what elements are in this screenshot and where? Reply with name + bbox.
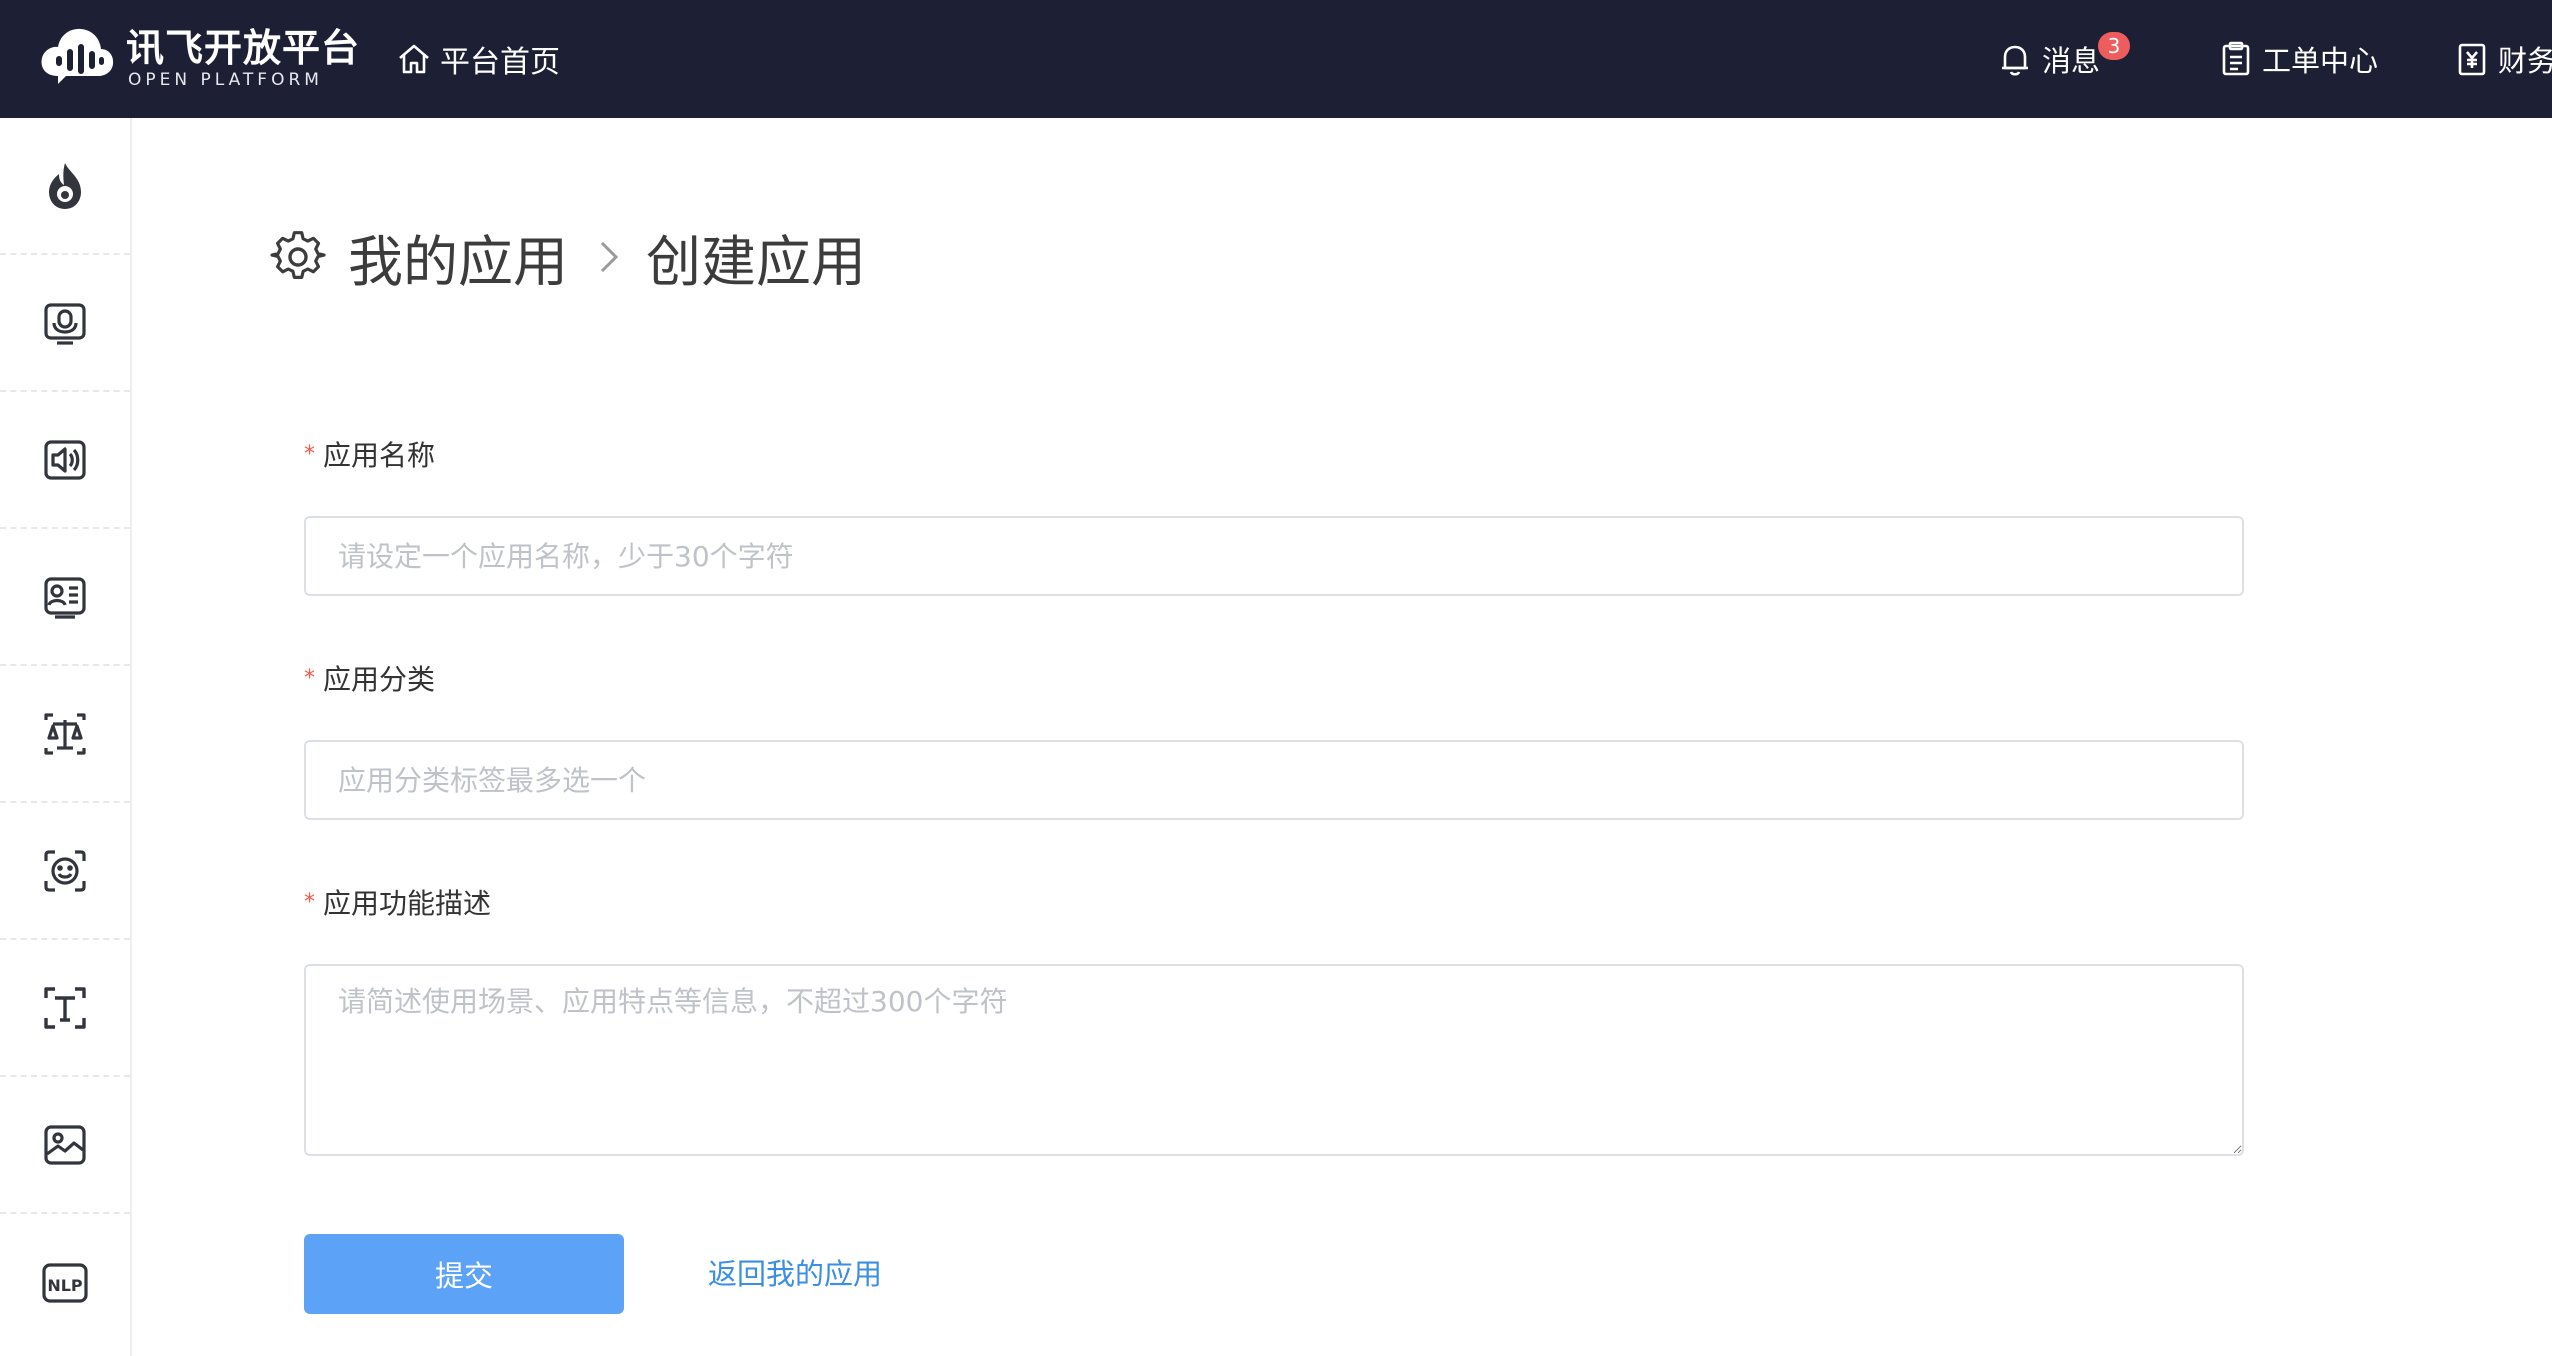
cloud-wave-logo-icon — [41, 28, 114, 85]
sidebar-item-speech-recognition[interactable] — [0, 255, 130, 392]
required-mark: * — [304, 890, 315, 915]
text-recognition-icon — [44, 986, 86, 1029]
sidebar-item-hot[interactable] — [0, 118, 130, 255]
breadcrumb-my-apps-link[interactable]: 我的应用 — [348, 217, 568, 297]
back-to-my-apps-link[interactable]: 返回我的应用 — [708, 1254, 882, 1294]
iflytek-logo[interactable]: 讯飞开放平台 OPEN PLATFORM — [38, 20, 359, 96]
messages-button[interactable]: 消息 3 — [1998, 32, 2130, 82]
finance-label: 财务 — [2498, 44, 2552, 78]
app-description-label: * 应用功能描述 — [304, 886, 491, 921]
sidebar-item-image-recognition[interactable] — [0, 1077, 130, 1214]
sidebar-item-voice-transcription[interactable] — [0, 529, 130, 666]
nlp-icon-text: NLP — [47, 1276, 83, 1295]
messages-label: 消息 — [2042, 44, 2101, 78]
app-name-label-text: 应用名称 — [323, 439, 436, 472]
sidebar: NLP — [0, 118, 132, 1356]
sidebar-item-face-recognition[interactable] — [0, 803, 130, 940]
bell-icon — [2002, 45, 2028, 76]
flame-icon — [49, 162, 81, 209]
chevron-right-icon — [600, 241, 619, 273]
breadcrumb-current: 创建应用 — [646, 230, 867, 294]
voice-transcription-icon — [44, 576, 86, 619]
messages-count-badge: 3 — [2098, 32, 2130, 60]
logo-chinese-text: 讯飞开放平台 — [126, 26, 361, 70]
nlp-icon: NLP — [42, 1262, 88, 1303]
yuan-ledger-icon — [2458, 43, 2486, 76]
app-category-input[interactable] — [304, 740, 2244, 820]
nav-home-link[interactable]: 平台首页 — [396, 36, 560, 82]
top-navbar: 讯飞开放平台 OPEN PLATFORM 平台首页 消息 3 工单中心 财务 — [0, 0, 2552, 118]
voiceprint-compare-icon — [44, 712, 86, 755]
clipboard-icon — [2222, 41, 2250, 76]
submit-button[interactable]: 提交 — [304, 1234, 624, 1314]
app-category-label: * 应用分类 — [304, 662, 435, 697]
nav-home-label: 平台首页 — [440, 45, 560, 80]
speech-synthesis-icon — [44, 439, 86, 480]
work-order-center-button[interactable]: 工单中心 — [2220, 36, 2378, 82]
app-category-label-text: 应用分类 — [323, 663, 436, 696]
speech-recognition-icon — [44, 302, 86, 345]
sidebar-item-voiceprint-compare[interactable] — [0, 666, 130, 803]
finance-button[interactable]: 财务 — [2456, 36, 2552, 82]
gear-icon — [270, 231, 326, 279]
work-order-center-label: 工单中心 — [2262, 44, 2379, 78]
app-description-textarea[interactable] — [304, 964, 2244, 1156]
breadcrumb: 我的应用 创建应用 — [270, 222, 866, 294]
sidebar-item-speech-synthesis[interactable] — [0, 392, 130, 529]
image-recognition-icon — [44, 1124, 86, 1165]
face-recognition-icon — [44, 849, 86, 892]
app-name-label: * 应用名称 — [304, 438, 435, 473]
required-mark: * — [304, 666, 315, 691]
required-mark: * — [304, 442, 315, 467]
app-name-input[interactable] — [304, 516, 2244, 596]
logo-english-text: OPEN PLATFORM — [128, 70, 323, 90]
sidebar-item-text-recognition[interactable] — [0, 940, 130, 1077]
home-icon — [399, 44, 429, 74]
app-description-label-text: 应用功能描述 — [323, 887, 492, 920]
sidebar-item-nlp[interactable]: NLP — [0, 1214, 130, 1351]
